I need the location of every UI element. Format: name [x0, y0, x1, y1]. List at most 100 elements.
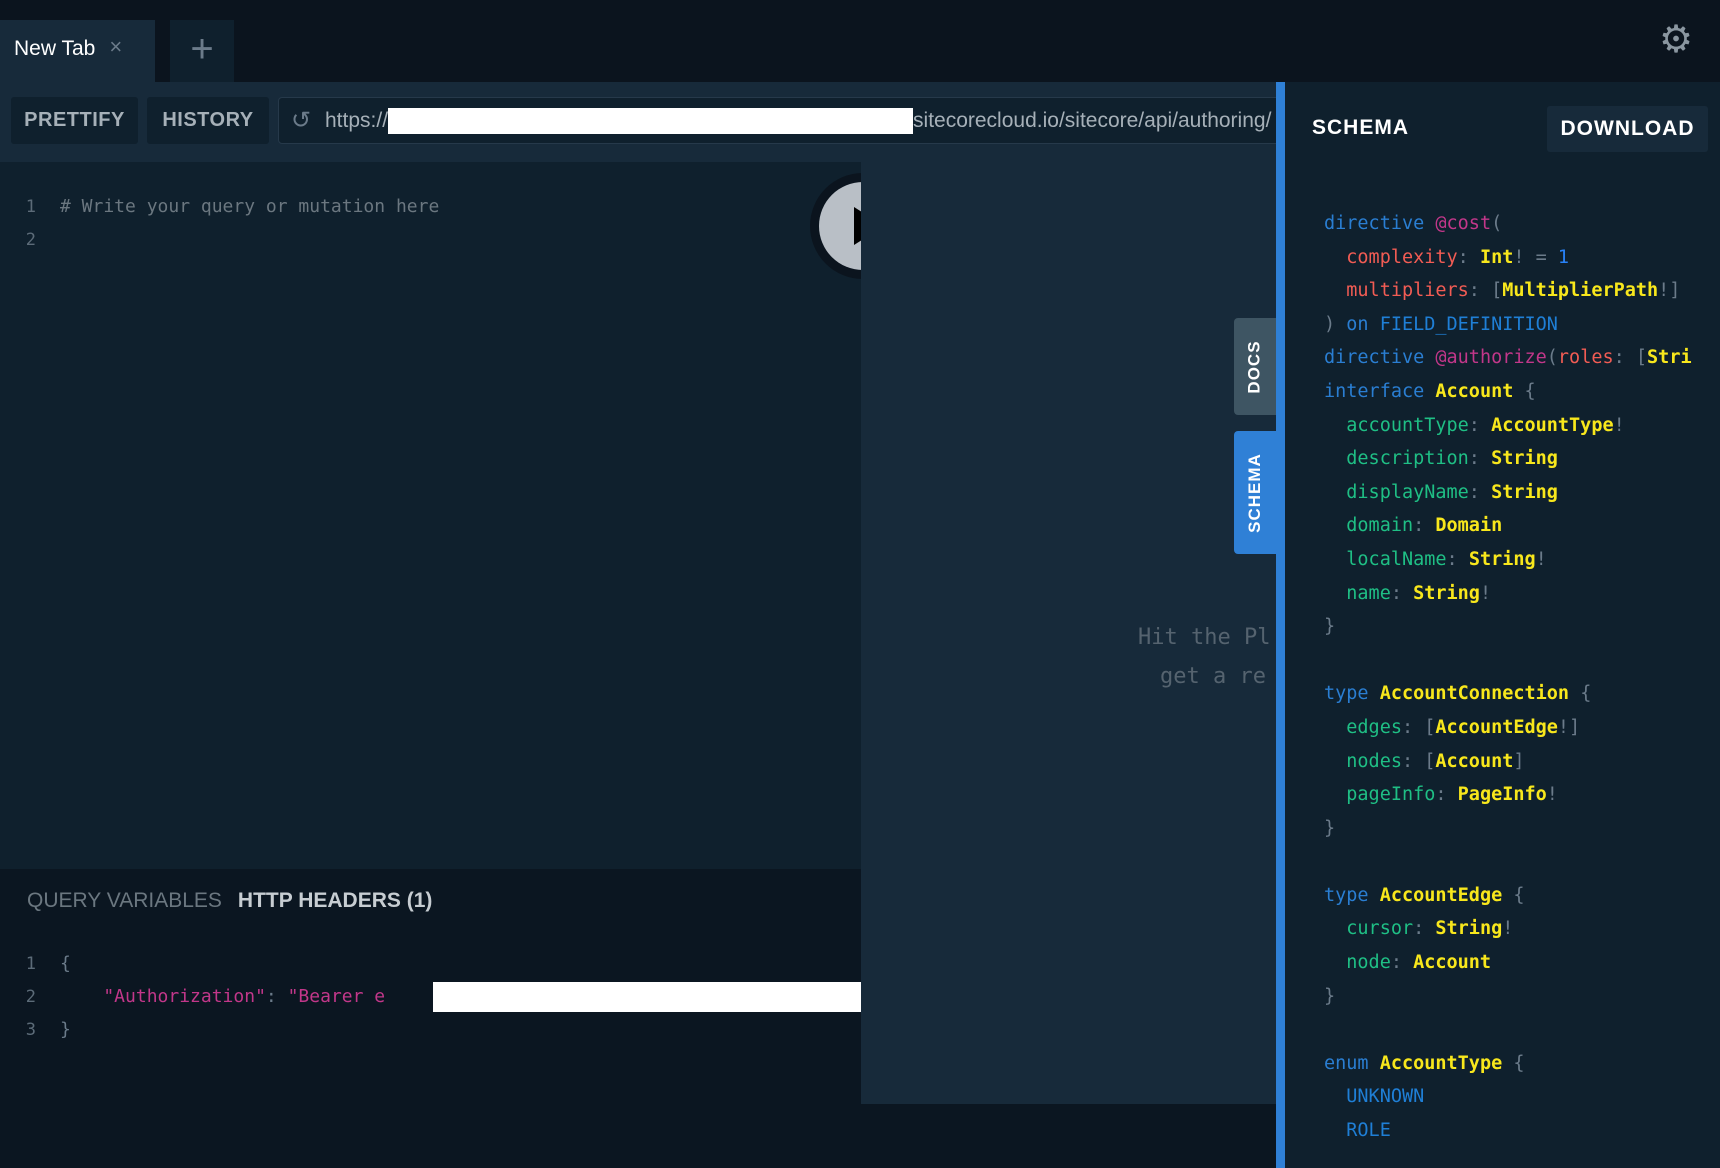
code-token: cursor — [1324, 918, 1414, 940]
code-token: : [ — [1468, 280, 1503, 302]
schema-line: ) on FIELD_DEFINITION — [1324, 308, 1720, 342]
schema-line: directive @authorize(roles: [Stri — [1324, 341, 1720, 375]
prettify-button[interactable]: PRETTIFY — [11, 97, 138, 144]
code-token: "Bearer e — [287, 986, 386, 1007]
code-token: } — [60, 1019, 71, 1040]
code-token: } — [1324, 817, 1336, 839]
code-token: : — [1468, 448, 1492, 470]
code-token: : — [1468, 481, 1492, 503]
headers-editor[interactable]: 1{2 "Authorization": "Bearer e 3} — [0, 947, 861, 1046]
code-token: PageInfo — [1457, 784, 1547, 806]
code-token: roles — [1557, 347, 1614, 369]
code-token: Int — [1479, 246, 1514, 268]
schema-title: SCHEMA — [1312, 116, 1410, 139]
schema-tab[interactable]: SCHEMA — [1234, 431, 1276, 554]
code-token: name — [1324, 582, 1391, 604]
toolbar: PRETTIFY HISTORY ↺ https:// sitecorecloud… — [0, 82, 1288, 162]
line-number: 2 — [25, 987, 36, 1007]
variables-panel: QUERY VARIABLES HTTP HEADERS (1) 1{2 "Au… — [0, 869, 861, 1168]
panel-resize-handle[interactable] — [1276, 82, 1285, 1168]
schema-line: enum AccountType { — [1324, 1047, 1720, 1081]
code-token: { — [1502, 884, 1525, 906]
schema-line: directive @cost( — [1324, 207, 1720, 241]
code-token: } — [1324, 985, 1336, 1007]
code-token: : — [1390, 952, 1414, 974]
schema-line: cursor: String! — [1324, 912, 1720, 946]
schema-line: multipliers: [MultiplierPath!] — [1324, 274, 1720, 308]
code-token: interface — [1324, 380, 1436, 402]
code-token: : — [1413, 515, 1436, 537]
redacted-block — [433, 982, 861, 1012]
line-number: 3 — [25, 1020, 36, 1040]
schema-line: description: String — [1324, 442, 1720, 476]
code-token: ( — [1491, 213, 1503, 234]
code-token: directive — [1324, 347, 1436, 369]
code-token: ) — [1324, 313, 1347, 335]
code-token: String — [1491, 448, 1558, 470]
results-pane: Hit the Pl get a re — [861, 162, 1276, 1104]
tab-http-headers[interactable]: HTTP HEADERS (1) — [238, 889, 432, 913]
code-token: nodes — [1324, 750, 1402, 772]
code-token: : — [265, 986, 288, 1007]
code-token: !] — [1557, 716, 1581, 738]
schema-line: localName: String! — [1324, 543, 1720, 577]
schema-line: } — [1324, 610, 1720, 644]
url-suffix: sitecorecloud.io/sitecore/api/authoring/ — [913, 109, 1272, 132]
results-placeholder: Hit the Pl — [1138, 625, 1271, 650]
code-token: : — [1390, 582, 1414, 604]
schema-line: type AccountConnection { — [1324, 677, 1720, 711]
code-token: { — [60, 953, 71, 974]
code-token: multipliers — [1324, 280, 1469, 302]
code-token: : [ — [1401, 750, 1436, 772]
schema-line: } — [1324, 980, 1720, 1014]
schema-line: name: String! — [1324, 577, 1720, 611]
code-token: { — [1569, 683, 1592, 705]
code-token: Stri — [1647, 347, 1692, 369]
history-button[interactable]: HISTORY — [147, 97, 269, 144]
schema-line: node: Account — [1324, 946, 1720, 980]
tab-new-tab[interactable]: New Tab × — [0, 20, 155, 82]
endpoint-url-input[interactable]: ↺ https:// sitecorecloud.io/sitecore/api/… — [278, 97, 1288, 144]
schema-line — [1324, 845, 1720, 879]
add-tab-button[interactable]: + — [170, 20, 234, 82]
code-token: AccountConnection — [1379, 683, 1570, 705]
download-button[interactable]: DOWNLOAD — [1547, 106, 1708, 152]
schema-line: ROLE — [1324, 1114, 1720, 1148]
code-token: MultiplierPath — [1502, 280, 1659, 302]
code-token: Account — [1435, 750, 1514, 772]
code-token: edges — [1324, 716, 1402, 738]
reload-icon[interactable]: ↺ — [291, 98, 311, 143]
code-token: FIELD_DEFINITION — [1379, 313, 1558, 335]
close-icon[interactable]: × — [109, 36, 122, 82]
code-token: description — [1324, 448, 1469, 470]
gear-icon[interactable]: ⚙ — [1656, 20, 1696, 60]
tab-query-variables[interactable]: QUERY VARIABLES — [27, 889, 222, 913]
header-line: 3} — [0, 1013, 861, 1046]
url-prefix: https:// — [325, 109, 389, 132]
code-token: localName — [1324, 548, 1447, 570]
code-token: enum — [1324, 1052, 1380, 1074]
code-token: { — [1502, 1052, 1525, 1074]
schema-line: domain: Domain — [1324, 509, 1720, 543]
query-editor[interactable]: 1 # Write your query or mutation here 2 — [0, 162, 861, 869]
code-token: @authorize — [1435, 347, 1547, 369]
code-token: : — [1413, 918, 1436, 940]
schema-sdl: directive @cost( complexity: Int! = 1 mu… — [1324, 207, 1720, 1148]
code-token: : — [1468, 414, 1492, 436]
code-token: String — [1413, 582, 1480, 604]
line-number: 1 — [25, 197, 36, 217]
schema-line — [1324, 644, 1720, 678]
code-token: : [ — [1613, 347, 1648, 369]
code-token: on — [1346, 313, 1380, 335]
code-token: ! — [1502, 918, 1514, 940]
docs-tab[interactable]: DOCS — [1234, 318, 1276, 415]
code-token: accountType — [1324, 414, 1469, 436]
line-number: 2 — [25, 230, 36, 250]
tab-label: New Tab — [14, 37, 96, 60]
code-token: String — [1491, 481, 1558, 503]
schema-line: } — [1324, 812, 1720, 846]
code-token: UNKNOWN — [1324, 1086, 1425, 1108]
code-token: String — [1435, 918, 1503, 940]
code-token: type — [1324, 884, 1380, 906]
results-placeholder: get a re — [1160, 664, 1266, 689]
